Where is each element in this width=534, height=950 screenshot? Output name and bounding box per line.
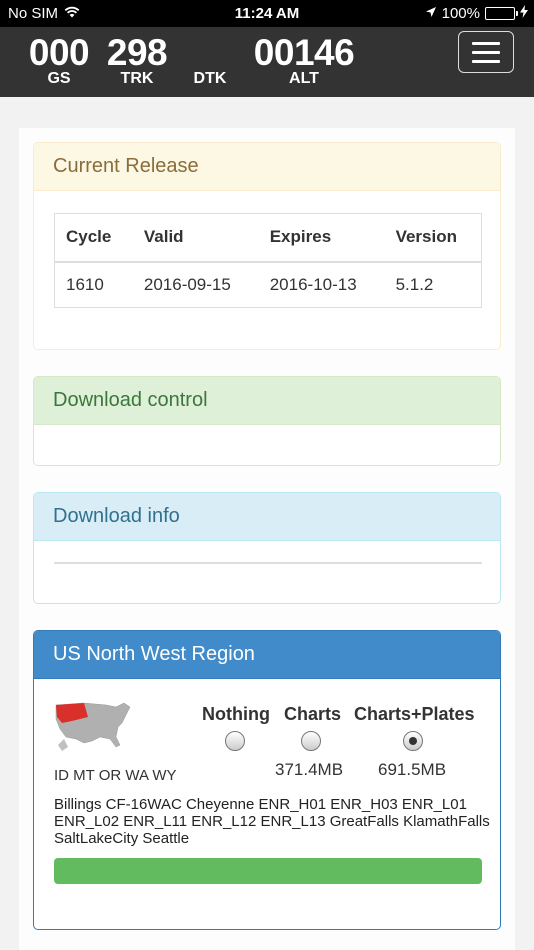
- dtk-label: DTK: [193, 70, 227, 87]
- chart-list: Billings CF-16WAC Cheyenne ENR_H01 ENR_H…: [54, 796, 490, 847]
- col-valid: Valid: [132, 213, 259, 263]
- col-expires: Expires: [258, 213, 385, 263]
- status-bar: No SIM 11:24 AM 100%: [0, 0, 534, 27]
- col-version: Version: [384, 213, 482, 263]
- instrument-gs: 000 GS: [26, 33, 92, 87]
- release-table: Cycle Valid Expires Version 1610 2016-09…: [54, 213, 482, 308]
- region-title: US North West Region: [34, 631, 500, 679]
- trk-label: TRK: [120, 70, 154, 87]
- current-release-title: Current Release: [34, 143, 500, 191]
- battery-icon: [485, 7, 518, 20]
- region-progress-bar: [54, 858, 482, 884]
- table-row: 1610 2016-09-15 2016-10-13 5.1.2: [55, 262, 482, 308]
- location-arrow-icon: [425, 5, 437, 22]
- region-states: ID MT OR WA WY: [54, 767, 177, 784]
- instrument-navbar: 000 GS 298 TRK DTK 00146 ALT: [0, 27, 534, 97]
- current-release-panel: Current Release Cycle Valid Expires Vers…: [33, 142, 501, 350]
- region-panel: US North West Region ID MT OR WA WY Noth…: [33, 630, 501, 930]
- radio-charts[interactable]: [301, 731, 321, 751]
- download-info-panel: Download info: [33, 492, 501, 604]
- option-label-charts-plates: Charts+Plates: [354, 704, 475, 724]
- radio-nothing[interactable]: [225, 731, 245, 751]
- alt-label: ALT: [289, 70, 319, 87]
- cell-expires: 2016-10-13: [269, 274, 357, 294]
- alt-value: 00146: [253, 32, 355, 73]
- cell-cycle: 1610: [66, 274, 104, 294]
- cell-version: 5.1.2: [395, 274, 434, 294]
- instrument-alt: 00146 ALT: [248, 33, 360, 87]
- download-info-title: Download info: [34, 493, 500, 541]
- radio-charts-plates[interactable]: [403, 731, 423, 751]
- instrument-trk: 298 TRK: [104, 33, 170, 87]
- option-label-charts: Charts: [284, 704, 342, 724]
- download-progress-bar: [54, 562, 482, 564]
- col-cycle: Cycle: [54, 213, 133, 263]
- charging-bolt-icon: [520, 5, 528, 22]
- size-charts-plates: 691.5MB: [378, 760, 447, 779]
- main-content: Current Release Cycle Valid Expires Vers…: [19, 128, 515, 950]
- gs-label: GS: [47, 70, 71, 87]
- dtk-value: [182, 33, 238, 73]
- download-control-title: Download control: [34, 377, 500, 425]
- gs-value: 000: [28, 32, 90, 73]
- download-control-panel: Download control: [33, 376, 501, 466]
- option-label-nothing: Nothing: [202, 704, 270, 724]
- instrument-dtk: DTK: [182, 33, 238, 87]
- us-map-icon: [54, 697, 132, 753]
- table-header-row: Cycle Valid Expires Version: [54, 213, 482, 263]
- hamburger-menu-icon[interactable]: [458, 31, 514, 73]
- size-charts: 371.4MB: [275, 760, 344, 779]
- trk-value: 298: [106, 32, 168, 73]
- battery-percent: 100%: [441, 5, 480, 22]
- cell-valid: 2016-09-15: [143, 274, 231, 294]
